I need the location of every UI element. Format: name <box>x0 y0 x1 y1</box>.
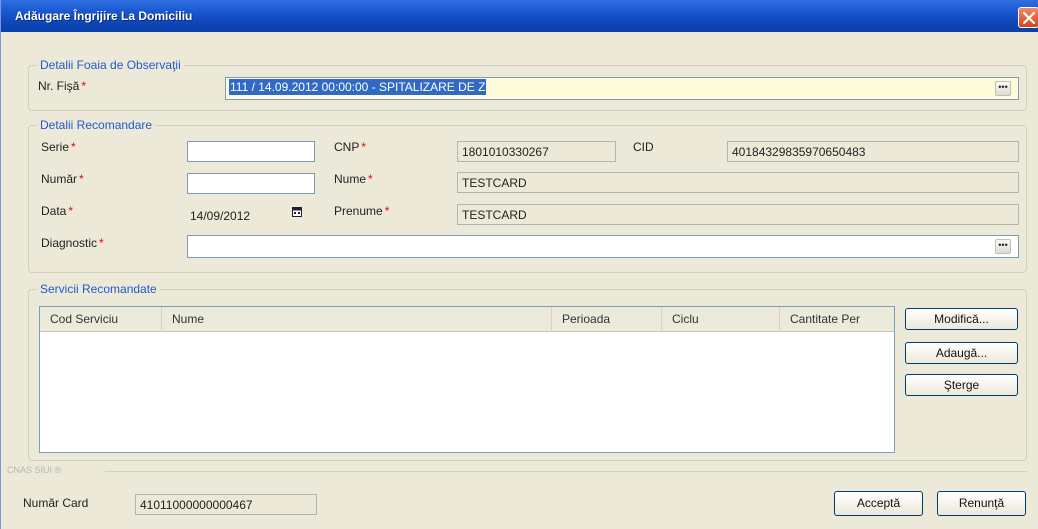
column-header-ciclu[interactable]: Ciclu <box>662 307 780 332</box>
prenume-field: TESTCARD <box>457 204 1019 225</box>
data-value: 14/09/2012 <box>190 209 251 223</box>
servicii-legend: Servicii Recomandate <box>37 282 160 296</box>
close-icon <box>1023 12 1035 24</box>
data-label: Data * <box>41 204 74 218</box>
diagnostic-input[interactable] <box>187 235 1019 258</box>
servicii-table-header: Cod Serviciu Nume Perioada Ciclu Cantita… <box>40 307 894 332</box>
close-button[interactable] <box>1018 7 1038 28</box>
cnp-label: CNP * <box>334 140 367 154</box>
calendar-button[interactable] <box>290 207 304 220</box>
modifica-button[interactable]: Modifică... <box>905 308 1018 330</box>
serie-label: Serie * <box>41 140 76 154</box>
numar-input[interactable] <box>187 173 315 194</box>
column-header-cod-serviciu[interactable]: Cod Serviciu <box>40 307 162 332</box>
servicii-table[interactable]: Cod Serviciu Nume Perioada Ciclu Cantita… <box>39 306 895 453</box>
diagnostic-label: Diagnostic * <box>41 236 104 250</box>
diagnostic-browse-button[interactable]: ••• <box>995 239 1011 254</box>
foaia-legend: Detalii Foaia de Observaţii <box>37 58 184 72</box>
numar-card-label: Număr Card <box>23 496 89 510</box>
recomandare-legend: Detalii Recomandare <box>37 118 156 132</box>
column-header-perioada[interactable]: Perioada <box>552 307 662 332</box>
nr-fisa-value: 111 / 14.09.2012 00:00:00 - SPITALIZARE … <box>229 79 487 95</box>
nr-fisa-label: Nr. Fişă * <box>38 79 87 93</box>
nr-fisa-field[interactable]: 111 / 14.09.2012 00:00:00 - SPITALIZARE … <box>225 77 1019 100</box>
prenume-label: Prenume * <box>334 204 390 218</box>
column-header-nume[interactable]: Nume <box>162 307 552 332</box>
renunta-button[interactable]: Renunţă <box>937 491 1026 516</box>
footer-separator <box>105 471 1027 472</box>
nume-label: Nume * <box>334 172 373 186</box>
accepta-button[interactable]: Acceptă <box>834 491 923 516</box>
column-header-cantitate-per[interactable]: Cantitate Per <box>780 307 894 332</box>
dialog-window: Adăugare Îngrijire La Domiciliu Detalii … <box>0 0 1038 529</box>
cid-label: CID <box>633 140 654 154</box>
cnp-field: 1801010330267 <box>457 141 616 162</box>
cid-field: 40184329835970650483 <box>727 141 1019 162</box>
nr-fisa-browse-button[interactable]: ••• <box>995 81 1011 96</box>
window-title: Adăugare Îngrijire La Domiciliu <box>15 9 193 23</box>
serie-input[interactable] <box>187 141 315 162</box>
adauga-button[interactable]: Adaugă... <box>905 342 1018 364</box>
calendar-icon <box>292 207 302 217</box>
numar-card-field: 41011000000000467 <box>135 494 317 515</box>
required-marker: * <box>81 79 87 93</box>
title-bar[interactable]: Adăugare Îngrijire La Domiciliu <box>1 0 1038 32</box>
numar-label: Număr * <box>41 172 84 186</box>
nume-field: TESTCARD <box>457 172 1019 193</box>
cnas-siui-label: CNAS SIUI ® <box>7 465 62 475</box>
sterge-button[interactable]: Şterge <box>905 374 1018 396</box>
